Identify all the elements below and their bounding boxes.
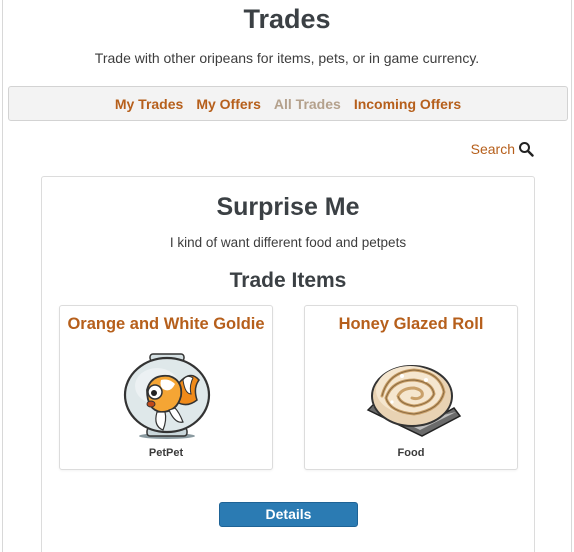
nav-my-offers[interactable]: My Offers [196,96,261,112]
nav-all-trades[interactable]: All Trades [274,96,341,112]
trade-item-card[interactable]: Honey Glazed Roll Food [304,305,518,470]
trade-items-heading: Trade Items [229,269,347,292]
trade-title: Surprise Me [216,193,360,221]
details-button[interactable]: Details [219,502,358,527]
trades-nav: My Trades My Offers All Trades Incoming … [8,86,568,121]
page-subtitle: Trade with other oripeans for items, pet… [94,50,480,66]
item-name: Honey Glazed Roll [338,315,484,333]
search-label: Search [470,141,515,157]
nav-incoming-offers[interactable]: Incoming Offers [354,96,461,112]
item-type: Food [397,447,425,459]
honey-roll-image [362,350,462,440]
trade-item-card[interactable]: Orange and White Goldie PetPet [59,305,273,470]
search-icon [518,141,534,157]
search-link[interactable]: Search [471,141,534,157]
item-type: PetPet [148,447,184,459]
nav-my-trades[interactable]: My Trades [115,96,183,112]
trade-description: I kind of want different food and petpet… [169,235,407,250]
item-name: Orange and White Goldie [67,315,265,333]
page-title: Trades [243,4,331,34]
goldfish-bowl-image [117,350,217,440]
trade-card: Surprise Me I kind of want different foo… [41,176,535,552]
